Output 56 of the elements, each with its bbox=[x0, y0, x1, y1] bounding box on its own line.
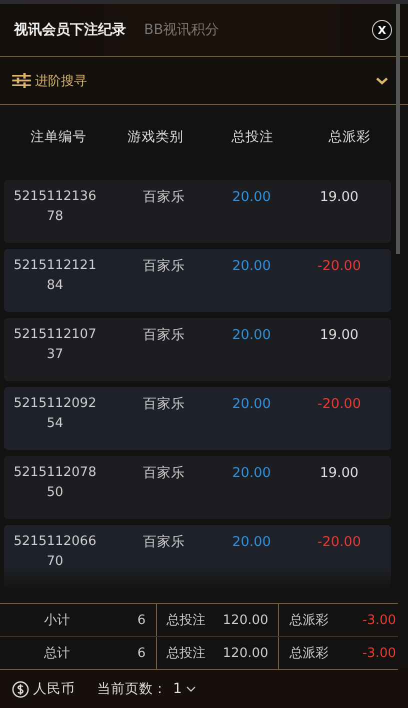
payout-amount: 19.00 bbox=[318, 326, 360, 345]
payout-amount: -20.00 bbox=[316, 533, 362, 552]
game-type: 百家乐 bbox=[142, 533, 186, 552]
close-button[interactable]: X bbox=[372, 20, 392, 40]
bet-amount: 20.00 bbox=[231, 395, 272, 414]
summary-label: 总派彩 bbox=[289, 645, 328, 662]
column-header: 游戏类别 bbox=[126, 128, 184, 146]
summary-bet: 120.00 bbox=[222, 612, 268, 628]
game-type: 百家乐 bbox=[142, 257, 186, 276]
bet-amount: 20.00 bbox=[231, 188, 272, 207]
bet-row[interactable]: 521511213678 百家乐 20.00 19.00 bbox=[4, 180, 391, 243]
summary-label: 总计 bbox=[44, 645, 70, 662]
column-header: 总投注 bbox=[230, 128, 274, 146]
order-number: 521511212184 bbox=[12, 257, 98, 295]
order-number: 521511213678 bbox=[12, 188, 98, 226]
payout-amount: -20.00 bbox=[316, 257, 362, 276]
bet-row[interactable]: 521511207850 百家乐 20.00 19.00 bbox=[4, 456, 391, 519]
caret-icon bbox=[186, 686, 196, 692]
bet-row[interactable]: 521511212184 百家乐 20.00 -20.00 bbox=[4, 249, 391, 312]
bet-amount: 20.00 bbox=[231, 326, 272, 345]
order-number: 521511206670 bbox=[12, 533, 98, 571]
bet-row[interactable]: 521511206670 百家乐 20.00 -20.00 bbox=[4, 525, 391, 588]
game-type: 百家乐 bbox=[142, 395, 186, 414]
sliders-icon bbox=[12, 73, 31, 88]
summary-label: 总投注 bbox=[166, 612, 206, 629]
game-type: 百家乐 bbox=[142, 326, 186, 345]
bet-row[interactable]: 521511210737 百家乐 20.00 19.00 bbox=[4, 318, 391, 381]
column-header: 总派彩 bbox=[328, 128, 372, 146]
bet-row[interactable]: 521511209254 百家乐 20.00 -20.00 bbox=[4, 387, 391, 450]
order-number: 521511207850 bbox=[12, 464, 98, 502]
currency-label: 人民币 bbox=[33, 680, 75, 698]
summary-bet: 120.00 bbox=[222, 646, 268, 660]
page-dropdown[interactable]: 1 bbox=[171, 681, 198, 697]
payout-amount: 19.00 bbox=[318, 188, 360, 207]
dollar-coin-icon bbox=[12, 680, 29, 698]
summary-label: 总派彩 bbox=[289, 612, 328, 629]
tab[interactable]: BB视讯积分 bbox=[138, 17, 226, 43]
tab[interactable]: 视讯会员下注纪录 bbox=[8, 17, 132, 43]
bet-amount: 20.00 bbox=[231, 533, 272, 552]
payout-amount: 19.00 bbox=[318, 464, 360, 483]
order-number: 521511210737 bbox=[12, 326, 98, 364]
payout-amount: -20.00 bbox=[316, 395, 362, 414]
game-type: 百家乐 bbox=[142, 464, 186, 483]
summary-label: 总投注 bbox=[166, 645, 206, 662]
summary-payout: -3.00 bbox=[362, 646, 396, 660]
order-number: 521511209254 bbox=[12, 395, 98, 433]
bet-amount: 20.00 bbox=[231, 464, 272, 483]
bet-amount: 20.00 bbox=[231, 257, 272, 276]
advanced-search-label: 进阶搜寻 bbox=[35, 72, 87, 90]
summary-label: 小计 bbox=[44, 612, 70, 629]
game-type: 百家乐 bbox=[142, 188, 186, 207]
column-header: 注单编号 bbox=[30, 128, 88, 146]
summary-count: 6 bbox=[137, 646, 146, 660]
page-label: 当前页数： bbox=[97, 680, 167, 698]
summary-count: 6 bbox=[137, 612, 146, 628]
summary-payout: -3.00 bbox=[362, 612, 396, 628]
